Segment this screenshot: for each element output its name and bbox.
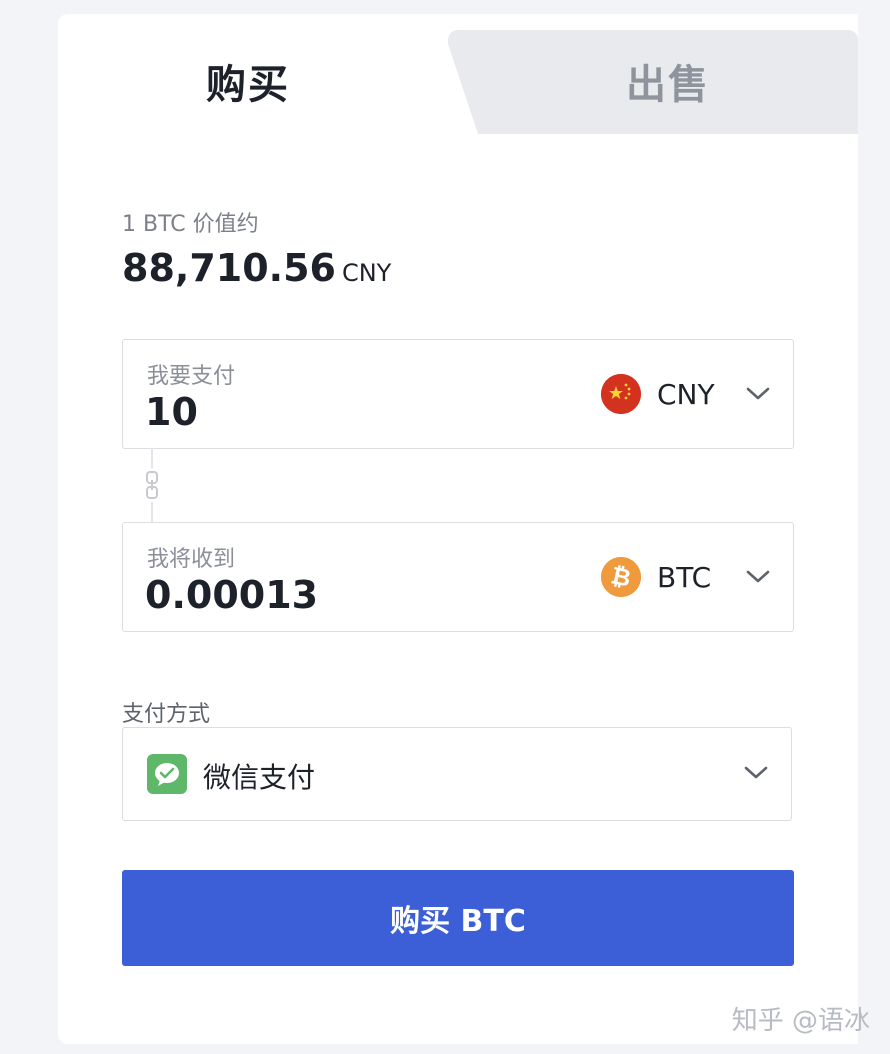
- chevron-down-icon: [743, 562, 773, 592]
- tab-sell[interactable]: 出售: [588, 52, 748, 110]
- trade-card: 购买 出售 1 BTC 价值约 88,710.56CNY 我要支付 CNY: [58, 14, 858, 1044]
- pay-currency-select[interactable]: CNY: [601, 370, 773, 418]
- buy-btc-button[interactable]: 购买 BTC: [122, 870, 794, 966]
- payment-method-select[interactable]: 微信支付: [122, 727, 792, 821]
- watermark: 知乎 @语冰: [731, 1006, 870, 1036]
- pay-amount-input[interactable]: [145, 390, 545, 434]
- rate-unit: CNY: [341, 259, 392, 287]
- receive-currency-select[interactable]: ₿ BTC: [601, 553, 773, 601]
- pay-label: 我要支付: [147, 364, 236, 389]
- payment-method-value: 微信支付: [203, 761, 316, 794]
- payment-method-label: 支付方式: [122, 702, 211, 727]
- bitcoin-icon: ₿: [601, 557, 641, 597]
- receive-currency-code: BTC: [657, 560, 712, 594]
- chevron-down-icon: [743, 379, 773, 409]
- chevron-down-icon: [741, 758, 771, 788]
- receive-label: 我将收到: [147, 547, 236, 572]
- rate-value: 88,710.56 CNY: [122, 246, 391, 290]
- receive-amount-field: 我将收到 ₿ BTC: [122, 522, 794, 632]
- receive-amount-input[interactable]: [145, 573, 545, 617]
- pay-currency-code: CNY: [657, 377, 715, 411]
- rate-label: 1 BTC 价值约: [122, 212, 259, 237]
- rate-amount: 88,710.56: [122, 246, 336, 290]
- wechat-icon: [147, 754, 187, 794]
- pay-amount-field: 我要支付 CNY: [122, 339, 794, 449]
- tab-buy[interactable]: 购买: [168, 52, 328, 110]
- link-icon: [143, 468, 161, 502]
- china-flag-icon: [601, 374, 641, 414]
